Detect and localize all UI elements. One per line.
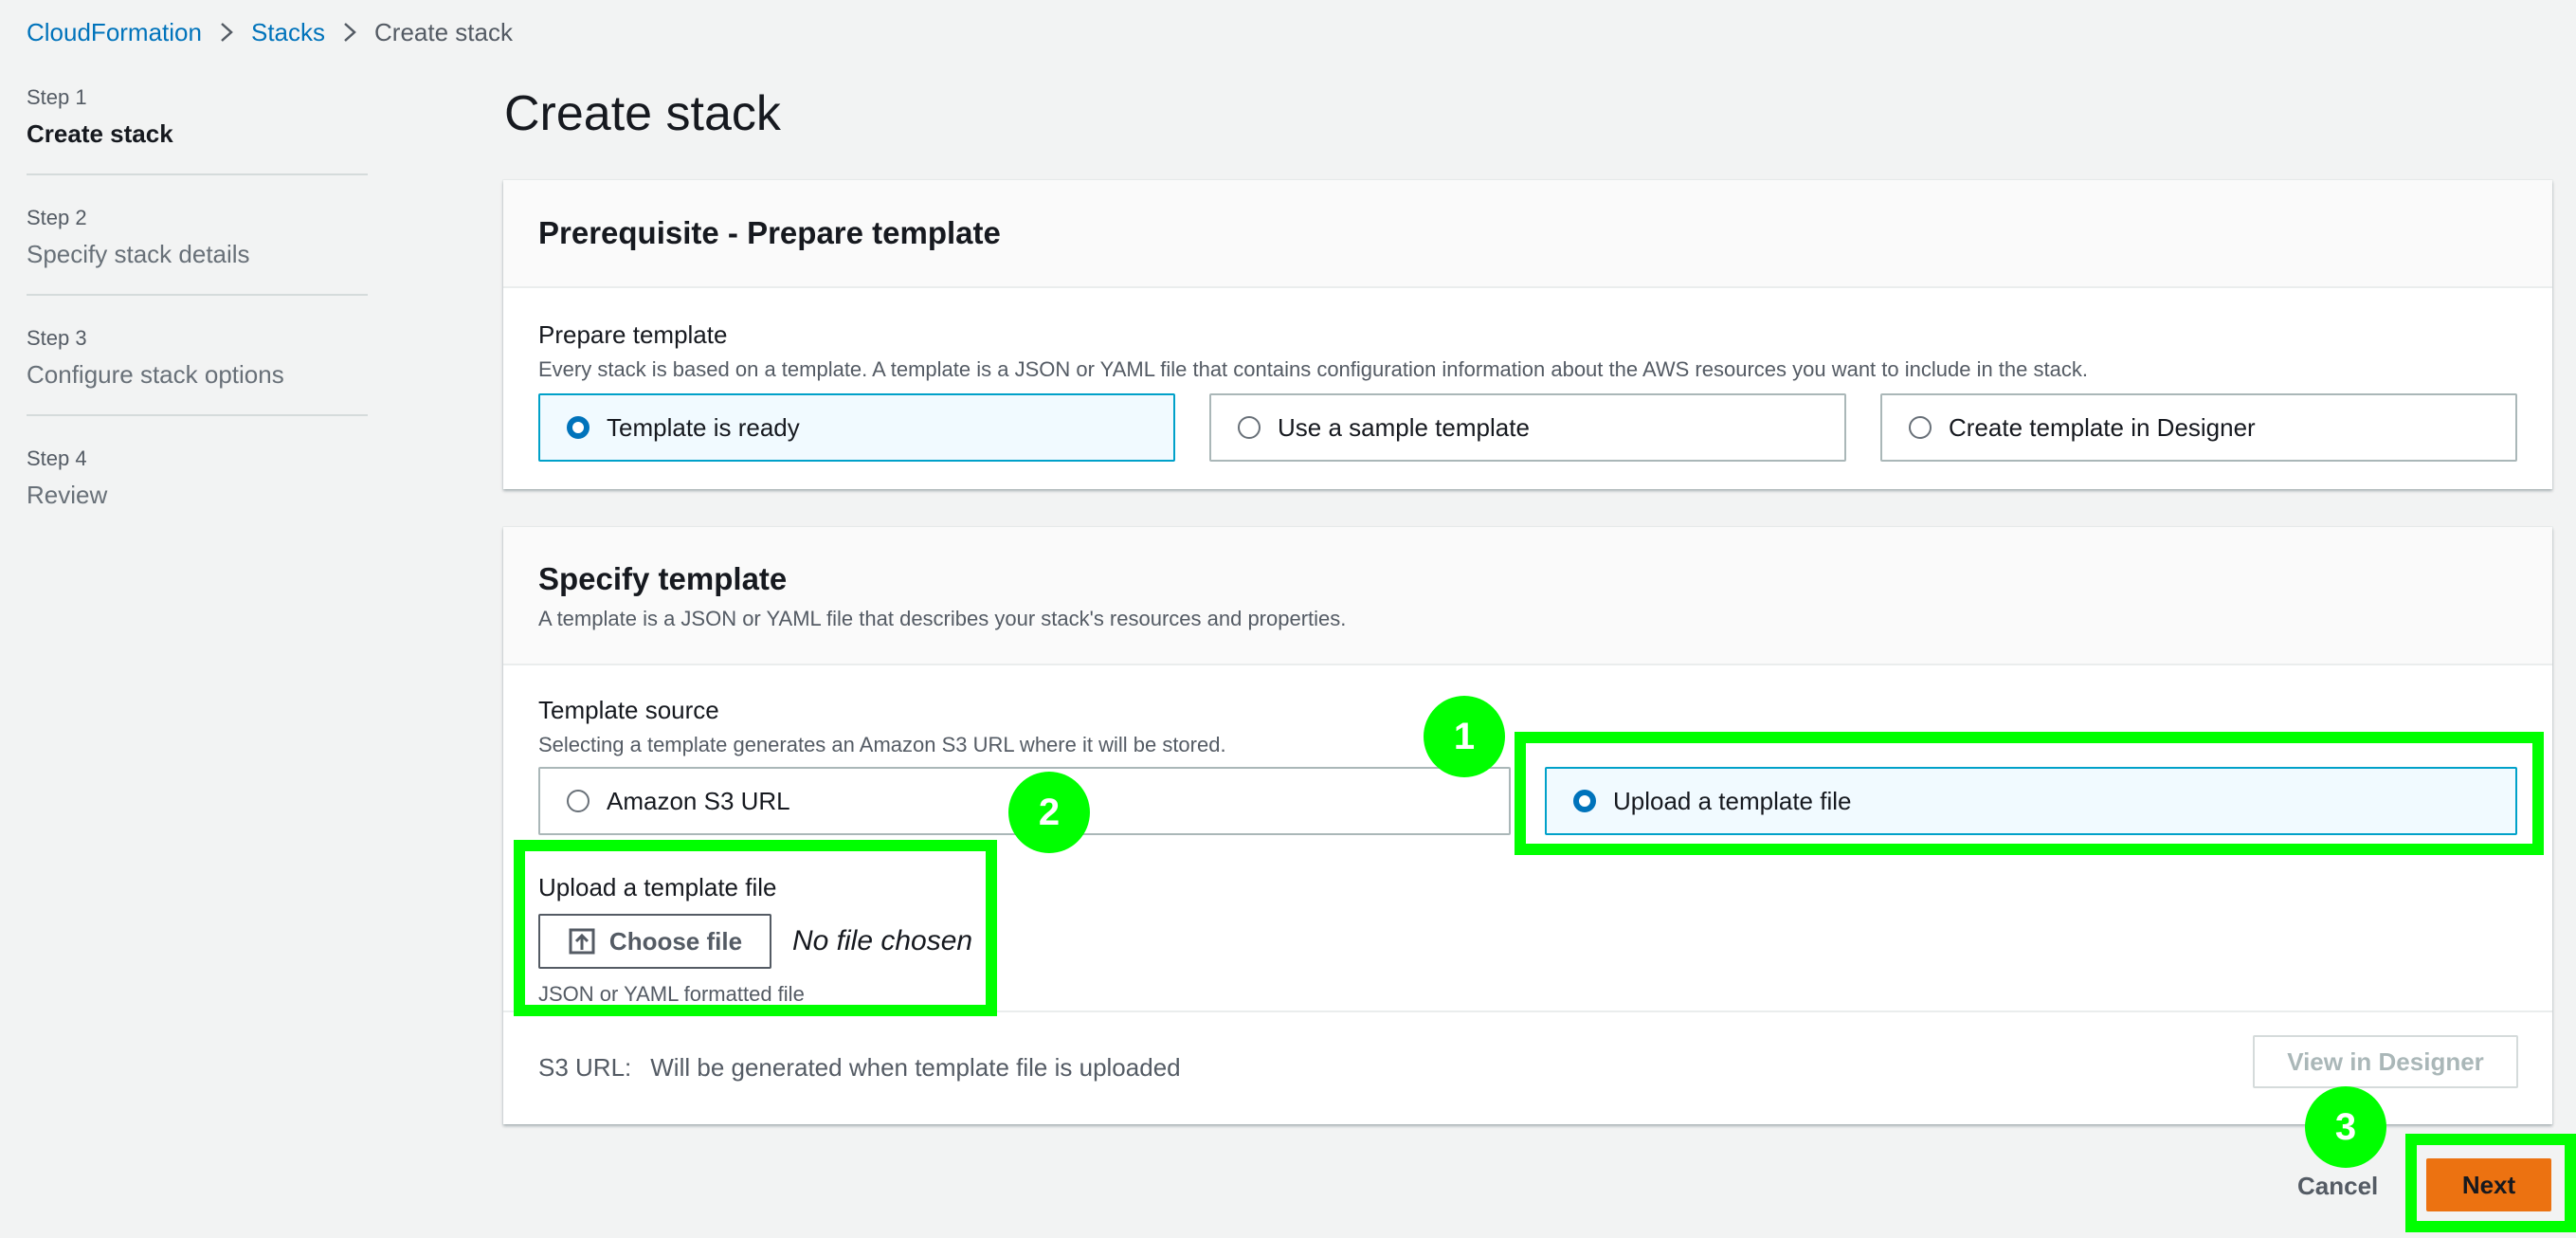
s3-url-footer: S3 URL: Will be generated when template …: [503, 1010, 2552, 1122]
radio-unchecked-icon: [1909, 416, 1932, 439]
highlight-upload-option: [1515, 732, 2544, 855]
callout-badge-3: 3: [2305, 1086, 2386, 1168]
prerequisite-panel: Prerequisite - Prepare template Prepare …: [503, 180, 2552, 489]
step-title: Configure stack options: [27, 360, 284, 389]
option-label: Create template in Designer: [1949, 412, 2256, 442]
step-number: Step 3: [27, 326, 87, 350]
cancel-button[interactable]: Cancel: [2297, 1172, 2378, 1201]
radio-unchecked-icon: [1238, 416, 1261, 439]
prepare-template-options: Template is ready Use a sample template …: [538, 393, 2517, 462]
step-number: Step 4: [27, 446, 87, 470]
wizard-step-2: Step 2 Specify stack details: [27, 202, 368, 296]
prepare-template-desc: Every stack is based on a template. A te…: [538, 357, 2088, 381]
breadcrumb-current: Create stack: [374, 17, 513, 46]
step-number: Step 1: [27, 85, 87, 109]
breadcrumb-stacks-link[interactable]: Stacks: [251, 18, 325, 47]
option-label: Amazon S3 URL: [607, 786, 790, 815]
step-title: Create stack: [27, 119, 173, 148]
option-sample-template[interactable]: Use a sample template: [1209, 393, 1846, 462]
chevron-right-icon: [342, 21, 357, 44]
panel-header: Prerequisite - Prepare template: [503, 180, 2552, 288]
panel-description: A template is a JSON or YAML file that d…: [538, 607, 1347, 630]
s3-url-label: S3 URL:: [538, 1052, 632, 1082]
chevron-right-icon: [219, 21, 234, 44]
panel-title: Specify template: [538, 561, 788, 596]
wizard-steps-nav: Step 1 Create stack Step 2 Specify stack…: [27, 82, 368, 561]
radio-unchecked-icon: [567, 790, 590, 812]
highlight-choose-file: [514, 840, 997, 1016]
view-in-designer-button[interactable]: View in Designer: [2253, 1035, 2518, 1088]
option-template-ready[interactable]: Template is ready: [538, 393, 1175, 462]
option-label: Use a sample template: [1278, 412, 1530, 442]
breadcrumb-cloudformation-link[interactable]: CloudFormation: [27, 18, 202, 47]
panel-body: Prepare template Every stack is based on…: [503, 288, 2552, 462]
wizard-step-3: Step 3 Configure stack options: [27, 322, 368, 416]
panel-header: Specify template A template is a JSON or…: [503, 527, 2552, 665]
panel-title: Prerequisite - Prepare template: [538, 215, 1001, 250]
callout-badge-1: 1: [1424, 696, 1505, 777]
template-source-label: Template source: [538, 696, 719, 724]
callout-badge-2: 2: [1008, 772, 1090, 853]
option-create-in-designer[interactable]: Create template in Designer: [1880, 393, 2517, 462]
step-number: Step 2: [27, 206, 87, 229]
breadcrumb: CloudFormation Stacks Create stack: [27, 15, 513, 49]
radio-checked-icon: [567, 416, 590, 439]
page-title: Create stack: [504, 86, 781, 141]
option-label: Template is ready: [607, 412, 800, 442]
step-title: Review: [27, 481, 108, 509]
prepare-template-label: Prepare template: [538, 320, 728, 349]
wizard-step-1: Step 1 Create stack: [27, 82, 368, 175]
wizard-step-4: Step 4 Review: [27, 443, 368, 535]
highlight-next-button: [2405, 1134, 2576, 1232]
s3-url-value: Will be generated when template file is …: [650, 1052, 1181, 1082]
step-title: Specify stack details: [27, 240, 250, 268]
